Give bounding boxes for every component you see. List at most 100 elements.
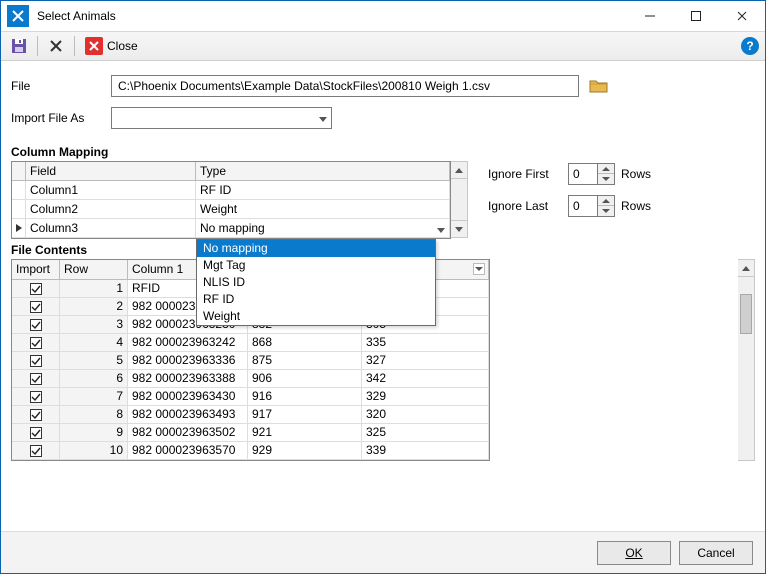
close-label: Close — [107, 39, 138, 53]
row-number: 8 — [60, 406, 128, 424]
checkbox-checked-icon[interactable] — [30, 445, 42, 457]
field-header[interactable]: Field — [26, 162, 196, 181]
cell-c3: 320 — [362, 406, 489, 424]
file-label: File — [11, 79, 103, 93]
import-checkbox-cell[interactable] — [12, 424, 60, 442]
row-number: 9 — [60, 424, 128, 442]
import-checkbox-cell[interactable] — [12, 370, 60, 388]
table-row[interactable]: 9982 000023963502921325 — [12, 424, 489, 442]
ignore-last-input[interactable] — [568, 195, 598, 217]
table-row[interactable]: 5982 000023963336875327 — [12, 352, 489, 370]
import-as-select[interactable] — [111, 107, 332, 129]
delete-icon[interactable] — [44, 34, 68, 58]
cell-c2: 916 — [248, 388, 362, 406]
dropdown-option[interactable]: RF ID — [197, 291, 435, 308]
help-icon[interactable]: ? — [741, 37, 759, 55]
app-icon — [7, 5, 29, 27]
browse-folder-icon[interactable] — [587, 75, 611, 97]
cell-c3: 335 — [362, 334, 489, 352]
type-header[interactable]: Type — [196, 162, 450, 181]
table-row[interactable]: 4982 000023963242868335 — [12, 334, 489, 352]
spin-down-icon[interactable] — [598, 206, 614, 216]
spin-down-icon[interactable] — [598, 174, 614, 184]
cell-c1: 982 000023963388 — [128, 370, 248, 388]
import-checkbox-cell[interactable] — [12, 442, 60, 460]
checkbox-checked-icon[interactable] — [30, 427, 42, 439]
file-input[interactable] — [111, 75, 579, 97]
cell-c1: 982 000023963242 — [128, 334, 248, 352]
titlebar: Select Animals — [1, 1, 765, 32]
spin-up-icon[interactable] — [598, 196, 614, 206]
chevron-down-icon[interactable] — [437, 222, 445, 236]
row-marker-header — [12, 162, 26, 181]
checkbox-checked-icon[interactable] — [30, 319, 42, 331]
field-cell[interactable]: Column2 — [26, 200, 196, 219]
row-marker — [12, 200, 26, 219]
checkbox-checked-icon[interactable] — [30, 391, 42, 403]
dropdown-option[interactable]: Mgt Tag — [197, 257, 435, 274]
rows-suffix: Rows — [621, 199, 651, 213]
column-mapping-area: Field Type Column1 RF ID Column2 Weight … — [1, 161, 765, 239]
type-dropdown[interactable]: No mapping Mgt Tag NLIS ID RF ID Weight — [196, 239, 436, 326]
row-number: 2 — [60, 298, 128, 316]
table-row[interactable]: 8982 000023963493917320 — [12, 406, 489, 424]
import-checkbox-cell[interactable] — [12, 352, 60, 370]
scroll-up-icon[interactable] — [738, 260, 754, 277]
import-checkbox-cell[interactable] — [12, 280, 60, 298]
import-checkbox-cell[interactable] — [12, 316, 60, 334]
dropdown-option[interactable]: No mapping — [197, 240, 435, 257]
chevron-down-icon[interactable] — [473, 263, 485, 275]
scroll-up-icon[interactable] — [451, 162, 467, 179]
mapping-scrollbar[interactable] — [451, 161, 468, 238]
ok-button[interactable]: OK — [597, 541, 671, 565]
file-contents-scrollbar[interactable] — [738, 259, 755, 461]
ignore-last-spinner[interactable] — [568, 195, 615, 217]
form-area: File Import File As — [1, 61, 765, 145]
footer: OK Cancel — [1, 531, 765, 573]
chevron-down-icon — [319, 111, 327, 125]
minimize-button[interactable] — [627, 1, 673, 32]
column-mapping-title: Column Mapping — [1, 145, 765, 161]
cell-c1: 982 000023963430 — [128, 388, 248, 406]
type-cell-combo[interactable]: No mapping — [196, 219, 450, 238]
type-cell[interactable]: RF ID — [196, 181, 450, 200]
mapping-row[interactable]: Column3 No mapping — [12, 219, 450, 238]
col-row-header[interactable]: Row — [60, 260, 128, 280]
mapping-row[interactable]: Column1 RF ID — [12, 181, 450, 200]
window-close-button[interactable] — [719, 1, 765, 32]
field-cell[interactable]: Column1 — [26, 181, 196, 200]
checkbox-checked-icon[interactable] — [30, 337, 42, 349]
current-row-marker-icon — [12, 219, 26, 238]
checkbox-checked-icon[interactable] — [30, 373, 42, 385]
col-import-header[interactable]: Import — [12, 260, 60, 280]
maximize-button[interactable] — [673, 1, 719, 32]
ignore-rows-panel: Ignore First Rows Ignore Last Rows — [488, 161, 651, 217]
ignore-first-spinner[interactable] — [568, 163, 615, 185]
cell-c2: 875 — [248, 352, 362, 370]
ignore-first-input[interactable] — [568, 163, 598, 185]
mapping-row[interactable]: Column2 Weight — [12, 200, 450, 219]
checkbox-checked-icon[interactable] — [30, 301, 42, 313]
table-row[interactable]: 10982 000023963570929339 — [12, 442, 489, 460]
save-icon[interactable] — [7, 34, 31, 58]
scrollbar-thumb[interactable] — [740, 294, 752, 334]
type-cell[interactable]: Weight — [196, 200, 450, 219]
checkbox-checked-icon[interactable] — [30, 355, 42, 367]
table-row[interactable]: 6982 000023963388906342 — [12, 370, 489, 388]
table-row[interactable]: 7982 000023963430916329 — [12, 388, 489, 406]
import-checkbox-cell[interactable] — [12, 298, 60, 316]
close-button[interactable]: Close — [81, 35, 142, 57]
column-mapping-grid: Field Type Column1 RF ID Column2 Weight … — [11, 161, 451, 239]
spin-up-icon[interactable] — [598, 164, 614, 174]
import-checkbox-cell[interactable] — [12, 388, 60, 406]
dropdown-option[interactable]: NLIS ID — [197, 274, 435, 291]
rows-suffix: Rows — [621, 167, 651, 181]
import-checkbox-cell[interactable] — [12, 334, 60, 352]
import-checkbox-cell[interactable] — [12, 406, 60, 424]
field-cell[interactable]: Column3 — [26, 219, 196, 238]
scroll-down-icon[interactable] — [451, 220, 467, 237]
dropdown-option[interactable]: Weight — [197, 308, 435, 325]
cancel-button[interactable]: Cancel — [679, 541, 753, 565]
checkbox-checked-icon[interactable] — [30, 409, 42, 421]
checkbox-checked-icon[interactable] — [30, 283, 42, 295]
